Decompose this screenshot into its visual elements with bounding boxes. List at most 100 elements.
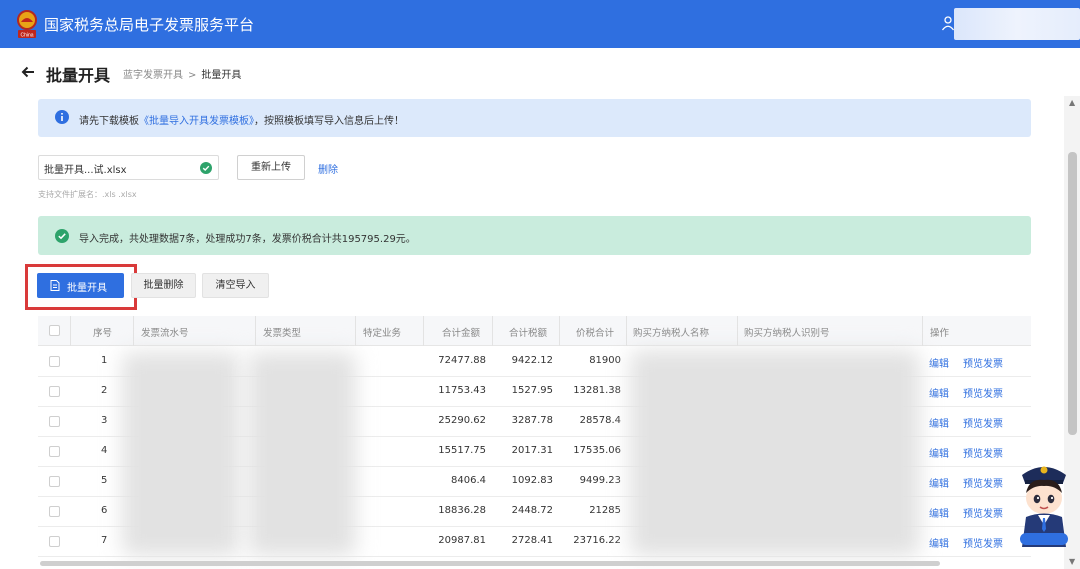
preview-invoice-link[interactable]: 预览发票 — [963, 445, 1003, 460]
back-arrow-icon[interactable] — [20, 64, 36, 80]
row-tax: 1092.83 — [511, 475, 553, 486]
column-divider — [922, 316, 923, 346]
breadcrumb-separator: > — [188, 70, 197, 81]
edit-link[interactable]: 编辑 — [929, 355, 949, 370]
row-tax: 9422.12 — [511, 355, 553, 366]
row-total: 28578.4 — [579, 415, 621, 426]
check-circle-icon — [55, 229, 69, 243]
col-header-serial: 发票流水号 — [141, 328, 189, 339]
row-amount: 20987.81 — [438, 535, 486, 546]
redacted-serial-column — [122, 352, 240, 556]
breadcrumb: 蓝字发票开具 > 批量开具 — [123, 66, 241, 81]
select-all-checkbox[interactable] — [49, 325, 60, 336]
row-checkbox[interactable] — [49, 356, 60, 367]
uploaded-file-name: 批量开具...试.xlsx — [44, 165, 127, 176]
column-divider — [70, 316, 71, 346]
notice-suffix: ，按照模板填写导入信息后上传！ — [254, 116, 404, 127]
row-amount: 11753.43 — [438, 385, 486, 396]
row-checkbox[interactable] — [49, 536, 60, 547]
edit-link[interactable]: 编辑 — [929, 505, 949, 520]
batch-issue-label: 批量开具 — [67, 283, 107, 294]
column-divider — [492, 316, 493, 346]
row-total: 23716.22 — [573, 535, 621, 546]
row-tax: 3287.78 — [511, 415, 553, 426]
svg-text:China: China — [20, 33, 33, 39]
col-header-actions: 操作 — [930, 328, 950, 339]
row-no: 1 — [101, 355, 108, 366]
row-no: 5 — [101, 475, 108, 486]
user-name-redacted[interactable] — [954, 8, 1080, 40]
edit-link[interactable]: 编辑 — [929, 445, 949, 460]
column-divider — [423, 316, 424, 346]
vertical-scroll-thumb[interactable] — [1068, 152, 1077, 435]
row-checkbox[interactable] — [49, 386, 60, 397]
document-icon — [50, 280, 60, 291]
tax-officer-mascot-icon[interactable] — [1014, 461, 1074, 549]
column-divider — [626, 316, 627, 346]
horizontal-scroll-thumb[interactable] — [40, 561, 940, 566]
edit-link[interactable]: 编辑 — [929, 415, 949, 430]
column-divider — [559, 316, 560, 346]
column-divider — [355, 316, 356, 346]
row-total: 81900 — [589, 355, 621, 366]
col-header-invoice-type: 发票类型 — [263, 328, 302, 339]
preview-invoice-link[interactable]: 预览发票 — [963, 475, 1003, 490]
row-checkbox[interactable] — [49, 506, 60, 517]
col-header-amount: 合计金额 — [442, 328, 481, 339]
preview-invoice-link[interactable]: 预览发票 — [963, 355, 1003, 370]
preview-invoice-link[interactable]: 预览发票 — [963, 535, 1003, 550]
file-extension-hint: 支持文件扩展名：.xls .xlsx — [38, 190, 137, 199]
row-amount: 18836.28 — [438, 505, 486, 516]
col-header-buyer-id: 购买方纳税人识别号 — [744, 328, 830, 339]
breadcrumb-item-blue-invoice[interactable]: 蓝字发票开具 — [123, 70, 183, 81]
reupload-button[interactable]: 重新上传 — [237, 155, 305, 180]
col-header-tax: 合计税额 — [509, 328, 548, 339]
preview-invoice-link[interactable]: 预览发票 — [963, 505, 1003, 520]
scroll-down-arrow-icon[interactable]: ▼ — [1069, 557, 1075, 566]
page-title: 批量开具 — [46, 66, 111, 85]
row-amount: 25290.62 — [438, 415, 486, 426]
column-divider — [255, 316, 256, 346]
row-no: 6 — [101, 505, 108, 516]
edit-link[interactable]: 编辑 — [929, 535, 949, 550]
row-no: 7 — [101, 535, 108, 546]
row-amount: 15517.75 — [438, 445, 486, 456]
preview-invoice-link[interactable]: 预览发票 — [963, 415, 1003, 430]
template-download-link[interactable]: 《批量导入开具发票模板》 — [139, 116, 254, 127]
user-icon[interactable] — [941, 15, 955, 31]
check-circle-icon — [200, 162, 212, 174]
row-no: 3 — [101, 415, 108, 426]
breadcrumb-item-current: 批量开具 — [201, 70, 242, 81]
notice-text: 请先下载模板《批量导入开具发票模板》，按照模板填写导入信息后上传！ — [79, 112, 404, 127]
batch-delete-button[interactable]: 批量删除 — [131, 273, 196, 298]
row-tax: 2017.31 — [511, 445, 553, 456]
notice-prefix: 请先下载模板 — [79, 116, 139, 127]
clear-import-button[interactable]: 清空导入 — [202, 273, 269, 298]
row-no: 2 — [101, 385, 108, 396]
col-header-no: 序号 — [93, 328, 113, 339]
edit-link[interactable]: 编辑 — [929, 385, 949, 400]
row-checkbox[interactable] — [49, 476, 60, 487]
col-header-total: 价税合计 — [576, 328, 615, 339]
row-checkbox[interactable] — [49, 416, 60, 427]
redacted-buyer-columns — [630, 350, 920, 556]
col-header-buyer-name: 购买方纳税人名称 — [633, 328, 710, 339]
column-divider — [133, 316, 134, 346]
preview-invoice-link[interactable]: 预览发票 — [963, 385, 1003, 400]
column-divider — [737, 316, 738, 346]
row-total: 9499.23 — [579, 475, 621, 486]
info-icon — [55, 110, 69, 124]
row-amount: 72477.88 — [438, 355, 486, 366]
brand-title: 国家税务总局电子发票服务平台 — [44, 16, 255, 34]
scroll-up-arrow-icon[interactable]: ▲ — [1069, 98, 1075, 107]
batch-issue-button[interactable]: 批量开具 — [37, 273, 124, 298]
edit-link[interactable]: 编辑 — [929, 475, 949, 490]
delete-file-link[interactable]: 删除 — [318, 161, 338, 176]
row-checkbox[interactable] — [49, 446, 60, 457]
row-total: 21285 — [589, 505, 621, 516]
row-amount: 8406.4 — [451, 475, 486, 486]
row-total: 17535.06 — [573, 445, 621, 456]
row-tax: 1527.95 — [511, 385, 553, 396]
col-header-special-business: 特定业务 — [363, 328, 402, 339]
row-tax: 2448.72 — [511, 505, 553, 516]
